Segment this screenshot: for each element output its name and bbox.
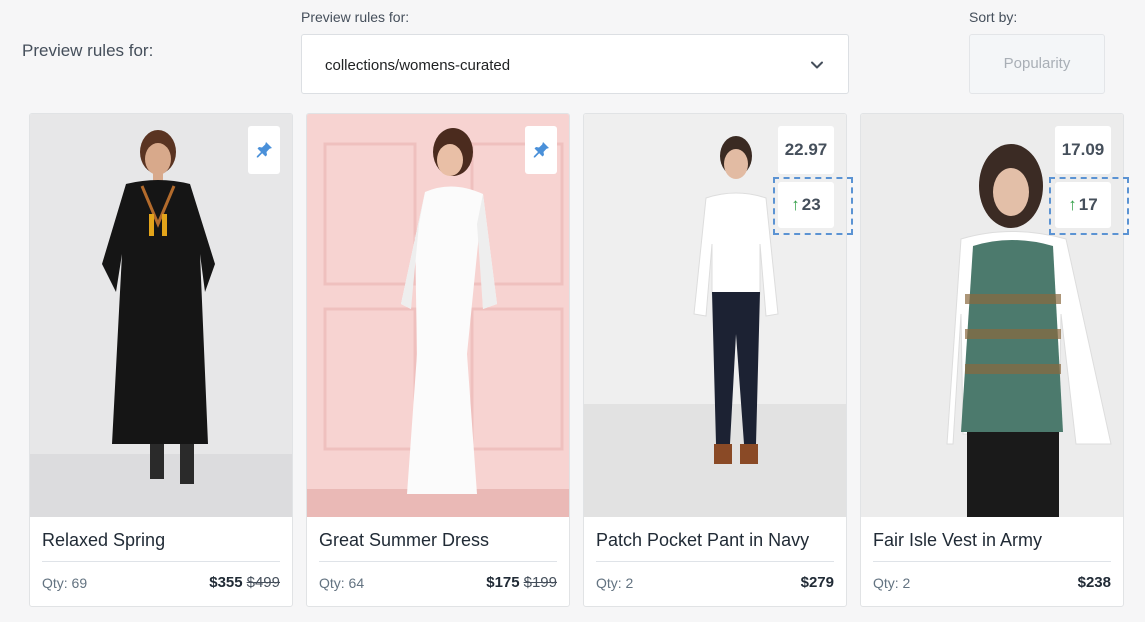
product-qty: Qty: 2 — [596, 575, 634, 591]
product-image — [307, 114, 569, 517]
product-image — [30, 114, 292, 517]
product-title[interactable]: Great Summer Dress — [319, 530, 489, 551]
product-image — [861, 114, 1123, 517]
pin-button[interactable] — [525, 126, 557, 174]
price-value: $279 — [800, 574, 834, 591]
product-price: $279 — [801, 574, 834, 591]
product-qty: Qty: 69 — [42, 575, 88, 591]
product-title[interactable]: Fair Isle Vest in Army — [873, 530, 1042, 551]
product-price: $238 — [1078, 574, 1111, 591]
sort-select[interactable]: Popularity — [969, 34, 1105, 94]
pin-icon — [533, 142, 549, 158]
rank-highlight — [1049, 177, 1129, 235]
collection-field-label: Preview rules for: — [301, 9, 410, 25]
product-image — [584, 114, 846, 517]
divider — [319, 561, 557, 562]
rank-highlight — [773, 177, 853, 235]
product-card[interactable]: Relaxed Spring Qty: 69 $355 $499 — [29, 113, 293, 607]
sort-field-label: Sort by: — [969, 9, 1018, 25]
product-qty: Qty: 2 — [873, 575, 911, 591]
price-value: $355 — [209, 574, 243, 591]
relevance-score: 17.09 — [1055, 126, 1111, 174]
product-title[interactable]: Relaxed Spring — [42, 530, 165, 551]
product-card[interactable]: Great Summer Dress Qty: 64 $175 $199 — [306, 113, 570, 607]
relevance-score: 22.97 — [778, 126, 834, 174]
product-qty: Qty: 64 — [319, 575, 365, 591]
preview-rules-label: Preview rules for: — [22, 41, 154, 60]
divider — [596, 561, 834, 562]
price-value: $175 — [486, 574, 520, 591]
chevron-down-icon — [811, 61, 823, 69]
sort-select-placeholder: Popularity — [1003, 55, 1071, 72]
collection-select[interactable]: collections/womens-curated — [301, 34, 849, 94]
divider — [873, 561, 1111, 562]
product-price: $355 $499 — [209, 574, 280, 591]
product-price: $175 $199 — [486, 574, 557, 591]
divider — [42, 561, 280, 562]
compare-at-price: $199 — [523, 574, 557, 591]
product-title[interactable]: Patch Pocket Pant in Navy — [596, 530, 809, 551]
collection-select-value: collections/womens-curated — [325, 57, 511, 74]
price-value: $238 — [1077, 574, 1111, 591]
pin-icon — [256, 142, 272, 158]
pin-button[interactable] — [248, 126, 280, 174]
compare-at-price: $499 — [246, 574, 280, 591]
